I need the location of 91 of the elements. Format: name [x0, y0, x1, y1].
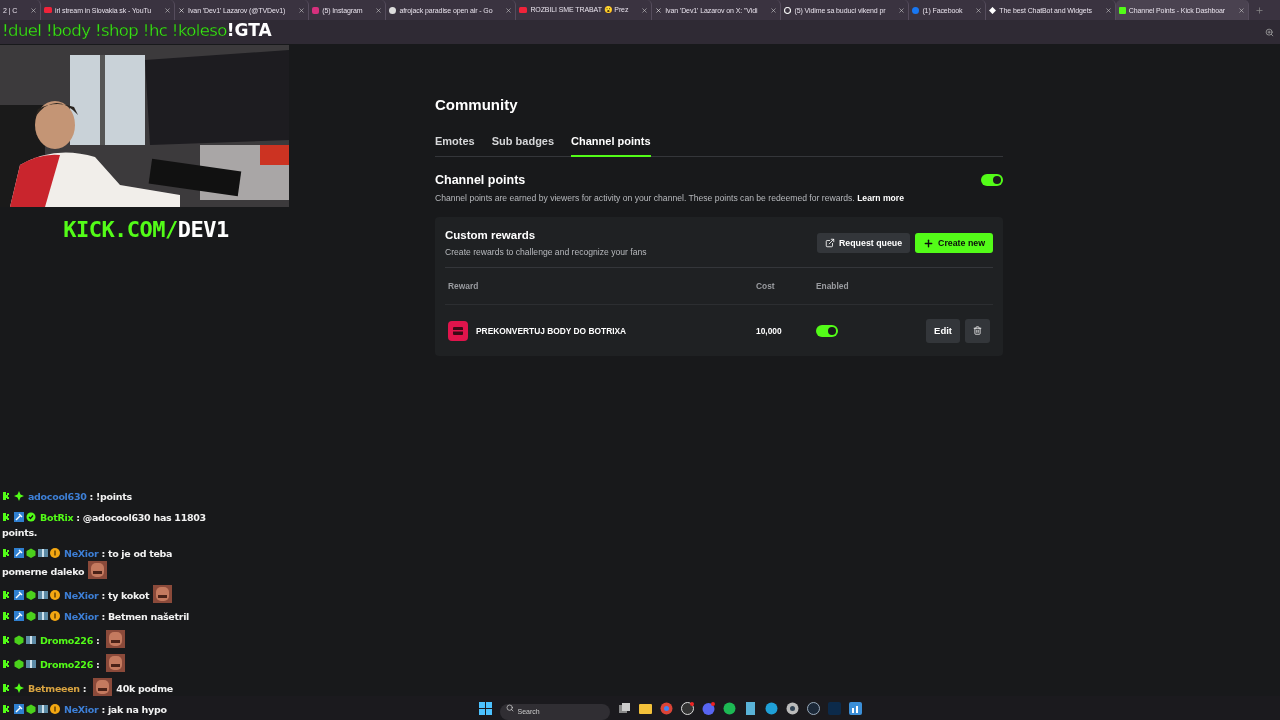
emote-icon	[93, 678, 113, 696]
cube-badge-icon	[14, 659, 24, 669]
close-icon[interactable]	[1104, 6, 1112, 14]
k-badge-icon	[2, 590, 12, 600]
card-title: Custom rewards	[445, 229, 537, 241]
k-badge-icon	[2, 611, 12, 621]
edit-button[interactable]: Edit	[926, 318, 960, 343]
cube-badge-icon	[26, 590, 36, 600]
record-icon[interactable]	[680, 701, 694, 715]
star-badge-icon	[14, 683, 24, 693]
gta-command: !GTA	[226, 20, 272, 40]
k-badge-icon	[2, 683, 12, 693]
section-tab[interactable]: Emotes	[435, 135, 475, 157]
emote-icon	[106, 654, 126, 672]
reward-cost: 10,000	[756, 325, 783, 336]
column-header: Cost	[756, 281, 776, 291]
delete-button[interactable]	[965, 318, 990, 343]
chart-app-icon[interactable]	[848, 701, 862, 715]
plus-icon	[923, 237, 935, 249]
close-icon[interactable]	[298, 6, 306, 14]
close-icon[interactable]	[641, 6, 649, 14]
chat-message: Betmeeen : 40k podme	[2, 678, 220, 696]
chat-message: Dromo226 :	[2, 630, 220, 648]
hammer-badge-icon	[14, 512, 24, 522]
trash-icon	[973, 326, 982, 335]
cube-badge-icon	[26, 704, 36, 714]
hammer-badge-icon	[14, 704, 24, 714]
close-icon[interactable]	[975, 6, 983, 14]
chat-message: NeXior : ty kokot	[2, 585, 220, 603]
cube-badge-icon	[26, 548, 36, 558]
chat-message: Dromo226 :	[2, 654, 220, 672]
reward-name: PREKONVERTUJ BODY DO BOTRIXA	[476, 325, 627, 336]
chat-message: NeXior : jak na hypo	[2, 702, 220, 717]
external-link-icon	[825, 238, 835, 248]
emote-icon	[88, 561, 108, 579]
k-badge-icon	[2, 491, 12, 501]
k-badge-icon	[2, 704, 12, 714]
close-icon[interactable]	[164, 6, 172, 14]
emote-icon	[106, 630, 126, 648]
page-title: Community	[435, 96, 519, 113]
card-subtitle: Create rewards to challenge and recognize your fans	[445, 247, 647, 257]
column-header: Reward	[448, 281, 480, 291]
zoom-icon[interactable]	[1265, 27, 1274, 37]
section-tab[interactable]: Sub badges	[491, 135, 555, 157]
coin-badge-icon	[50, 548, 60, 558]
close-icon[interactable]	[770, 6, 778, 14]
x-icon	[178, 6, 186, 14]
square-icon	[1118, 6, 1126, 14]
column-header: Enabled	[816, 281, 850, 291]
create-new-button[interactable]: Create new	[915, 233, 993, 253]
section-description: Channel points are earned by viewers for activity on your channel. These points can be redeemed for rewards. Learn more	[435, 193, 905, 203]
close-icon[interactable]	[375, 6, 383, 14]
disc-icon[interactable]	[785, 701, 799, 715]
request-queue-button[interactable]: Request queue	[817, 233, 911, 253]
chat-message: NeXior : Betmen našetril	[2, 609, 220, 624]
k-badge-icon	[2, 659, 12, 669]
star-badge-icon	[14, 491, 24, 501]
coin-badge-icon	[50, 590, 60, 600]
close-icon[interactable]	[1238, 6, 1245, 14]
enabled-toggle[interactable]	[816, 324, 838, 337]
close-icon[interactable]	[505, 6, 513, 14]
folder-icon[interactable]	[638, 701, 652, 715]
chat-message: NeXior : to je od teba pomerne daleko	[2, 547, 174, 579]
hammer-badge-icon	[14, 611, 24, 621]
cube-badge-icon	[14, 635, 24, 645]
circle-icon	[912, 6, 920, 14]
chat-message: adocool630 : !points	[2, 489, 220, 504]
search-icon	[505, 704, 514, 712]
k-badge-icon	[2, 548, 12, 558]
chat-message: BotRix : @adocool630 has 11803 points.	[2, 511, 207, 540]
hammer-badge-icon	[14, 548, 24, 558]
x-icon	[655, 6, 663, 14]
new-tab-icon[interactable]	[1255, 5, 1264, 15]
learn-more-link[interactable]: Learn more	[857, 193, 904, 203]
section-title: Channel points	[435, 173, 526, 187]
check-badge-icon	[26, 512, 36, 522]
channel-points-toggle[interactable]	[981, 174, 1003, 186]
chat-commands: !duel !body !shop !hc !koleso	[2, 21, 227, 40]
k-badge-icon	[2, 512, 12, 522]
section-tab[interactable]: Channel points	[571, 135, 651, 157]
close-icon[interactable]	[898, 6, 906, 14]
coin-badge-icon	[50, 704, 60, 714]
diamond-icon	[989, 6, 997, 14]
coin-badge-icon	[50, 611, 60, 621]
emote-icon	[153, 585, 173, 603]
close-icon[interactable]	[30, 6, 38, 14]
hammer-badge-icon	[14, 590, 24, 600]
ring-icon	[784, 6, 792, 14]
channel-logo: KICK.COM/DEV1	[62, 217, 230, 242]
k-badge-icon	[2, 635, 12, 645]
cube-badge-icon	[26, 611, 36, 621]
